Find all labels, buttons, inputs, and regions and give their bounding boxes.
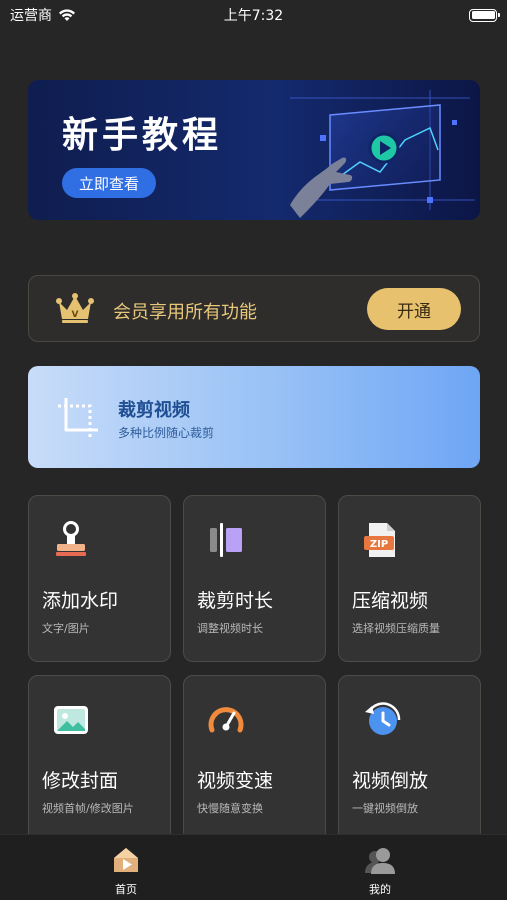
tool-title: 添加水印 xyxy=(42,590,119,612)
crop-video-title: 裁剪视频 xyxy=(118,400,190,421)
tool-add-watermark[interactable]: 添加水印 文字/图片 xyxy=(28,495,171,662)
tutorial-illustration xyxy=(290,90,475,218)
view-now-button[interactable]: 立即查看 xyxy=(62,168,156,198)
status-time: 上午7:32 xyxy=(223,8,284,24)
tool-subtitle: 选择视频压缩质量 xyxy=(352,622,440,635)
tool-trim-duration[interactable]: 裁剪时长 调整视频时长 xyxy=(183,495,326,662)
open-vip-button[interactable]: 开通 xyxy=(367,288,461,330)
tool-subtitle: 一键视频倒放 xyxy=(352,802,418,815)
status-bar: 运营商 上午7:32 xyxy=(0,0,507,30)
vip-bar[interactable]: V 会员享用所有功能 开通 xyxy=(28,275,480,342)
crown-icon: V xyxy=(56,293,94,323)
crop-icon xyxy=(58,398,98,438)
tool-edit-cover[interactable]: 修改封面 视频首帧/修改图片 xyxy=(28,675,171,842)
crop-video-subtitle: 多种比例随心裁剪 xyxy=(118,426,215,440)
tab-bar: 首页 我的 xyxy=(0,834,507,900)
profile-icon xyxy=(365,848,395,874)
tool-subtitle: 视频首帧/修改图片 xyxy=(42,802,134,815)
svg-text:ZIP: ZIP xyxy=(370,539,388,550)
status-left: 运营商 xyxy=(10,5,76,25)
tool-title: 压缩视频 xyxy=(352,590,429,612)
tool-title: 视频变速 xyxy=(197,770,274,792)
home-icon xyxy=(114,848,138,872)
tutorial-banner[interactable]: 新手教程 立即查看 xyxy=(28,80,480,220)
battery-icon xyxy=(469,8,500,22)
tool-title: 视频倒放 xyxy=(352,770,429,792)
trim-duration-icon xyxy=(210,523,242,557)
wifi-icon xyxy=(59,9,75,21)
tab-home[interactable]: 首页 xyxy=(86,845,166,900)
crop-video-card[interactable]: 裁剪视频 多种比例随心裁剪 xyxy=(28,366,480,468)
tool-title: 裁剪时长 xyxy=(197,590,274,612)
banner-title: 新手教程 xyxy=(62,115,223,156)
tool-subtitle: 调整视频时长 xyxy=(197,622,263,635)
carrier-label: 运营商 xyxy=(10,8,52,24)
tool-subtitle: 快慢随意变换 xyxy=(197,802,263,815)
stamp-icon xyxy=(56,521,86,556)
vip-label: 会员享用所有功能 xyxy=(113,302,257,323)
tool-subtitle: 文字/图片 xyxy=(42,622,90,635)
tool-title: 修改封面 xyxy=(42,770,119,792)
speedometer-icon xyxy=(208,707,244,733)
tool-reverse-video[interactable]: 视频倒放 一键视频倒放 xyxy=(338,675,481,842)
tab-label: 首页 xyxy=(115,883,137,896)
reverse-clock-icon xyxy=(365,702,401,735)
image-icon xyxy=(54,706,88,734)
tool-change-speed[interactable]: 视频变速 快慢随意变换 xyxy=(183,675,326,842)
tab-profile[interactable]: 我的 xyxy=(340,845,420,900)
svg-text:V: V xyxy=(72,310,79,320)
tool-compress-video[interactable]: ZIP 压缩视频 选择视频压缩质量 xyxy=(338,495,481,662)
zip-file-icon: ZIP xyxy=(364,523,395,557)
tab-label: 我的 xyxy=(369,883,391,896)
